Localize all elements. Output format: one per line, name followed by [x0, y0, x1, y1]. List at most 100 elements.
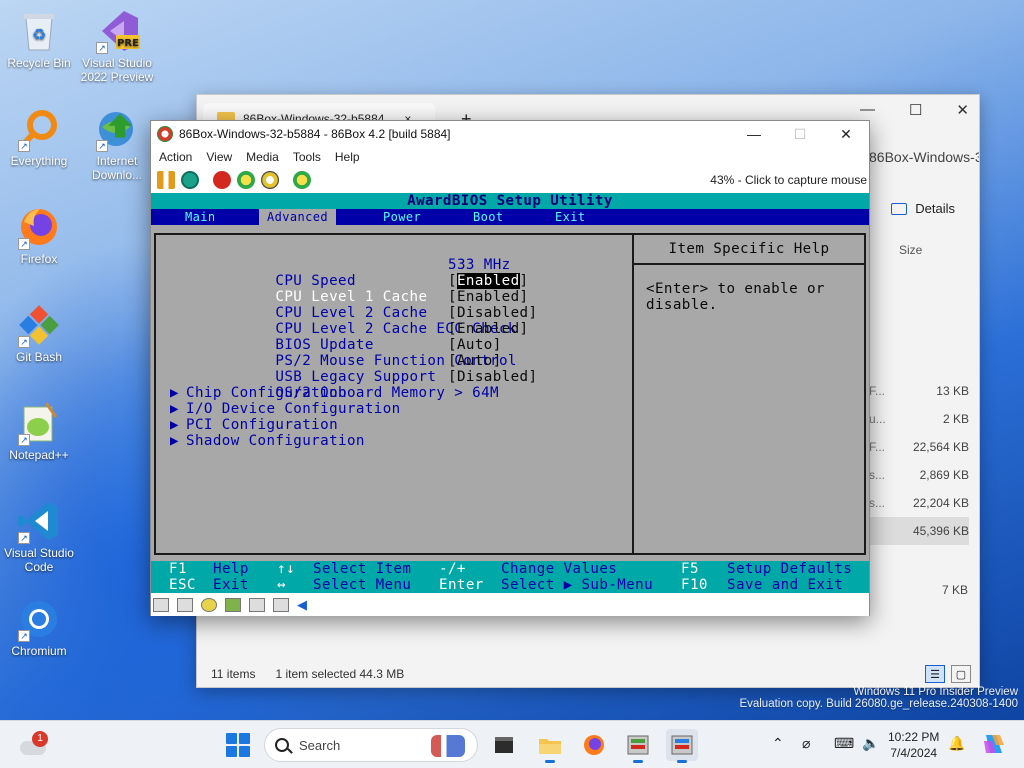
- desktop-icon-notepadpp[interactable]: ↗ Notepad++: [1, 400, 77, 462]
- 86box-window[interactable]: 86Box-Windows-32-b5884 - 86Box 4.2 [buil…: [150, 120, 870, 616]
- taskbar-app-file-explorer[interactable]: [534, 729, 566, 763]
- details-pane-icon: [891, 202, 908, 215]
- menu-media[interactable]: Media: [246, 150, 279, 164]
- bios-item-l2-ecc[interactable]: CPU Level 2 Cache ECC Check [Disabled]: [186, 305, 626, 337]
- desktop-icon-recycle-bin[interactable]: ♻ Recycle Bin: [1, 8, 77, 70]
- windows-logo-icon: [226, 733, 237, 744]
- widgets-button[interactable]: 1: [18, 731, 48, 757]
- floppy-b-icon[interactable]: [177, 598, 193, 612]
- minimize-button[interactable]: —: [860, 101, 875, 119]
- menu-action[interactable]: Action: [159, 150, 192, 164]
- visual-studio-icon: PRE ↗: [94, 8, 140, 54]
- power-icon[interactable]: [213, 171, 231, 189]
- tiles-view-button[interactable]: ▢: [951, 665, 971, 683]
- evaluation-watermark: Windows 11 Pro Insider Preview Evaluatio…: [739, 686, 1018, 710]
- bios-screen[interactable]: AwardBIOS Setup Utility Main Advanced Po…: [151, 193, 869, 593]
- capture-mouse-hint[interactable]: 43% - Click to capture mouse: [710, 173, 867, 187]
- reset-icon[interactable]: [181, 171, 199, 189]
- desktop-icon-everything[interactable]: ↗ Everything: [1, 106, 77, 168]
- file-row[interactable]: F... 22,564 KB: [869, 433, 969, 461]
- bios-item-os2-memory[interactable]: OS/2 Onboard Memory > 64M [Disabled]: [186, 369, 626, 401]
- desktop-icon-internet-download-manager[interactable]: ↗ Internet Downlo...: [79, 106, 155, 182]
- details-pane-button[interactable]: Details: [891, 201, 955, 216]
- maximize-button[interactable]: ☐: [909, 101, 922, 119]
- menu-help[interactable]: Help: [335, 150, 360, 164]
- bios-item-cpu-l2-cache[interactable]: CPU Level 2 Cache [Enabled]: [186, 289, 626, 321]
- keyboard-icon[interactable]: ⌨: [834, 735, 854, 752]
- bios-item-bios-update[interactable]: BIOS Update [Enabled]: [186, 321, 626, 353]
- cdrom-icon[interactable]: [201, 598, 217, 612]
- file-row-size[interactable]: 7 KB: [942, 583, 968, 597]
- breadcrumb[interactable]: 86Box-Windows-3: [869, 149, 979, 165]
- pause-icon[interactable]: [157, 171, 175, 189]
- taskbar-app-terminal[interactable]: [488, 729, 520, 761]
- file-row[interactable]: F... 13 KB: [869, 377, 969, 405]
- panel-divider: [632, 235, 634, 553]
- sound-icon[interactable]: ◀: [297, 598, 313, 612]
- desktop-icon-chromium[interactable]: ↗ Chromium: [1, 596, 77, 658]
- shortcut-arrow-icon: ↗: [96, 140, 108, 152]
- desktop-icon-visual-studio-preview[interactable]: PRE ↗ Visual Studio 2022 Preview: [79, 8, 155, 84]
- taskbar-search-box[interactable]: Search: [264, 728, 478, 762]
- network-disconnected-icon[interactable]: ⌀: [802, 735, 810, 752]
- submenu-arrow-icon: ▶: [170, 433, 179, 449]
- network2-icon[interactable]: [273, 598, 289, 612]
- copilot-icon[interactable]: [980, 731, 1006, 757]
- help-panel-title: Item Specific Help: [634, 235, 864, 265]
- vscode-icon: ↗: [16, 498, 62, 544]
- bios-menu-advanced[interactable]: Advanced: [259, 209, 336, 225]
- notification-bell-icon[interactable]: 🔔: [948, 735, 965, 752]
- desktop-icon-firefox[interactable]: ↗ Firefox: [1, 204, 77, 266]
- start-button[interactable]: [226, 733, 250, 757]
- bios-submenu-pci-config[interactable]: ▶ PCI Configuration: [170, 417, 626, 433]
- file-row[interactable]: s... 22,204 KB: [869, 489, 969, 517]
- size-column-header[interactable]: Size: [899, 243, 922, 257]
- bios-submenu-shadow-config[interactable]: ▶ Shadow Configuration: [170, 433, 626, 449]
- shortcut-arrow-icon: ↗: [18, 630, 30, 642]
- firefox-icon: ↗: [16, 204, 62, 250]
- screenshot-icon[interactable]: [293, 171, 311, 189]
- vm-title-bar[interactable]: 86Box-Windows-32-b5884 - 86Box 4.2 [buil…: [151, 121, 869, 147]
- taskbar-clock[interactable]: 10:22 PM 7/4/2024: [888, 729, 939, 761]
- desktop-icon-git-bash[interactable]: ↗ Git Bash: [1, 302, 77, 364]
- file-row[interactable]: s... 2,869 KB: [869, 461, 969, 489]
- taskbar-app-86box-vm[interactable]: [666, 729, 698, 763]
- settings-icon[interactable]: [237, 171, 255, 189]
- hdd-icon[interactable]: [225, 598, 241, 612]
- bios-item-cpu-l1-cache[interactable]: CPU Level 1 Cache [Enabled]: [186, 273, 626, 305]
- bios-value-selected[interactable]: [Enabled]: [448, 273, 529, 289]
- show-hidden-icons-chevron[interactable]: ⌃: [772, 735, 784, 752]
- bios-menu-exit[interactable]: Exit: [547, 209, 594, 225]
- bios-menu-power[interactable]: Power: [375, 209, 429, 225]
- close-button[interactable]: ✕: [956, 101, 969, 119]
- close-button[interactable]: ✕: [823, 121, 869, 147]
- bios-item-cpu-speed[interactable]: CPU Speed 533 MHz: [186, 257, 626, 289]
- shortcut-arrow-icon: ↗: [18, 532, 30, 544]
- details-view-button[interactable]: ☰: [925, 665, 945, 683]
- submenu-arrow-icon: ▶: [170, 401, 179, 417]
- bios-submenu-chip-config[interactable]: ▶ Chip Configuration: [170, 385, 626, 401]
- bios-menu-main[interactable]: Main: [177, 209, 224, 225]
- minimize-button[interactable]: —: [731, 121, 777, 147]
- shortcut-arrow-icon: ↗: [18, 434, 30, 446]
- hard-reset-icon[interactable]: [261, 171, 279, 189]
- bios-submenu-io-device[interactable]: ▶ I/O Device Configuration: [170, 401, 626, 417]
- bios-item-usb-legacy[interactable]: USB Legacy Support [Auto]: [186, 353, 626, 385]
- file-row-selected[interactable]: 45,396 KB: [869, 517, 969, 545]
- taskbar-app-firefox[interactable]: [578, 729, 610, 761]
- bios-menu-boot[interactable]: Boot: [465, 209, 512, 225]
- taskbar: 1 Search ⌃ ⌀ ⌨ 🔈 10:22 PM 7/4/2024 🔔: [0, 720, 1024, 768]
- menu-view[interactable]: View: [206, 150, 232, 164]
- bios-item-ps2-mouse[interactable]: PS/2 Mouse Function Control [Auto]: [186, 337, 626, 369]
- svg-text:PRE: PRE: [117, 38, 139, 49]
- volume-icon[interactable]: 🔈: [862, 735, 879, 752]
- notification-badge: 1: [32, 731, 48, 747]
- maximize-button: ☐: [793, 125, 807, 142]
- network-icon[interactable]: [249, 598, 265, 612]
- floppy-a-icon[interactable]: [153, 598, 169, 612]
- file-row[interactable]: u... 2 KB: [869, 405, 969, 433]
- taskbar-app-86box-manager[interactable]: [622, 729, 654, 763]
- menu-tools[interactable]: Tools: [293, 150, 321, 164]
- explorer-status-bar: 11 items 1 item selected 44.3 MB: [211, 667, 404, 681]
- desktop-icon-vscode[interactable]: ↗ Visual Studio Code: [1, 498, 77, 574]
